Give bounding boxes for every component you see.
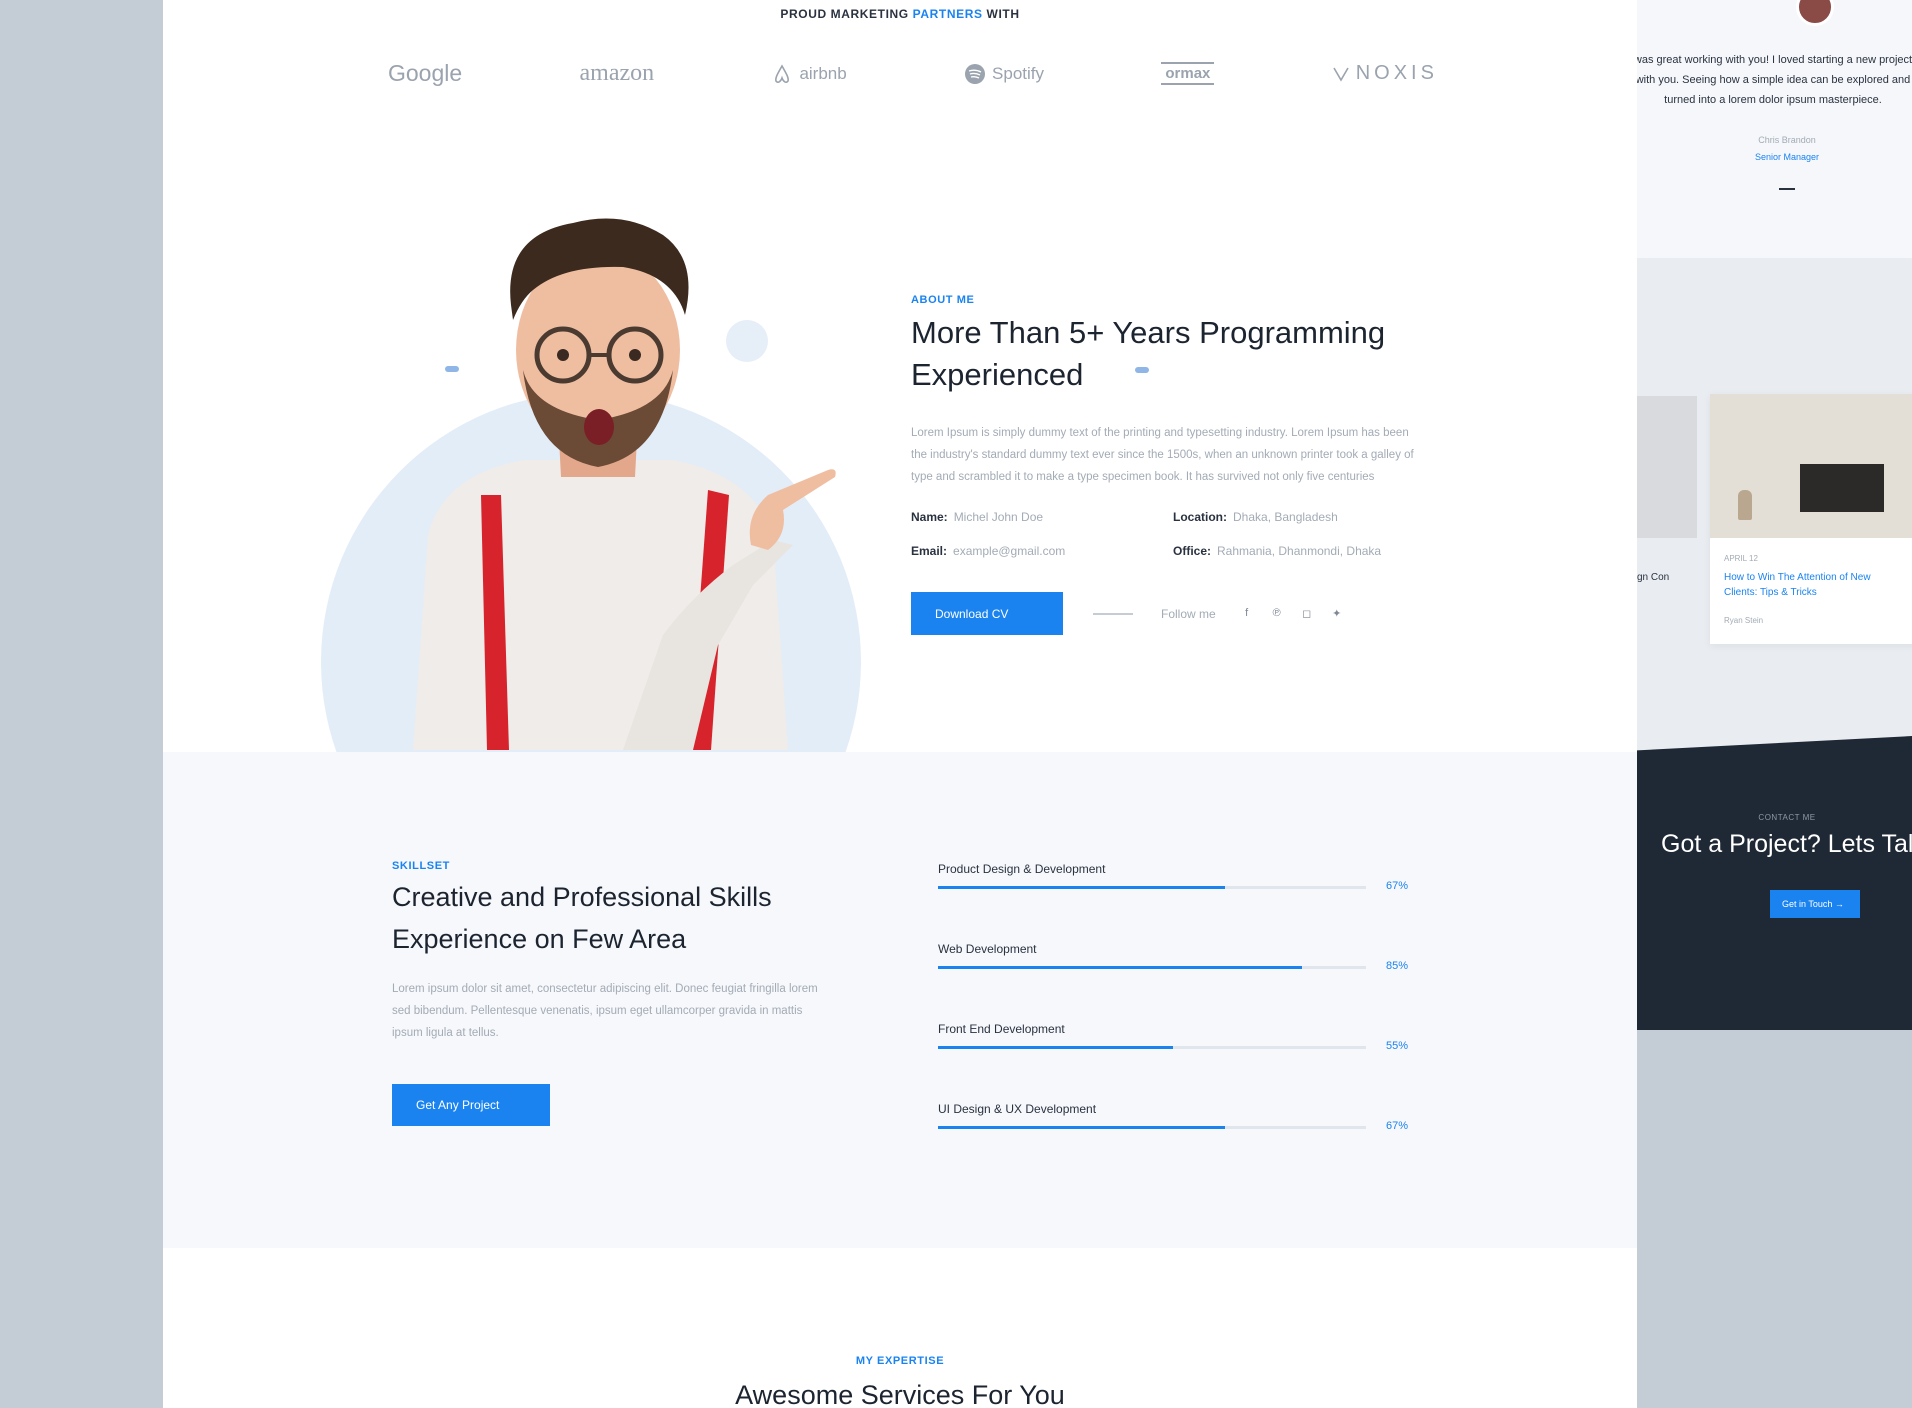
backdrop xyxy=(1637,1030,1912,1408)
person-photo xyxy=(413,218,836,750)
download-cv-button[interactable]: Download CV xyxy=(911,592,1063,635)
partners-title-suffix: WITH xyxy=(986,7,1020,21)
ormax-logo: ormax xyxy=(1161,62,1215,85)
info-name-label: Name: xyxy=(911,510,948,524)
skill-label: Product Design & Development xyxy=(938,862,1106,876)
spotify-icon xyxy=(965,63,986,84)
info-name-value: Michel John Doe xyxy=(953,510,1044,524)
services-title: Awesome Services For You xyxy=(735,1380,1065,1408)
testimonial-divider xyxy=(1779,188,1795,190)
about-section: ABOUT ME More Than 5+ Years Programming … xyxy=(911,294,1421,635)
airbnb-logo: airbnb xyxy=(771,63,847,85)
airbnb-icon xyxy=(775,63,790,83)
info-location: Location: Dhaka, Bangladesh xyxy=(1173,510,1423,524)
twitter-icon[interactable]: ✦ xyxy=(1330,607,1344,620)
skill-bar: Product Design & Development 67% xyxy=(938,862,1408,942)
skill-track xyxy=(938,966,1366,969)
info-email: Email: example@gmail.com xyxy=(911,544,1173,558)
spotify-logo: Spotify xyxy=(964,63,1044,85)
amazon-logo: amazon xyxy=(580,60,655,87)
pinterest-icon[interactable]: ℗ xyxy=(1270,607,1284,620)
skill-fill xyxy=(938,1126,1225,1129)
testimonial-quote: was great working with you! I loved star… xyxy=(1637,54,1912,106)
avatar xyxy=(1796,0,1834,26)
skill-fill xyxy=(938,966,1302,969)
skill-percent: 85% xyxy=(1385,960,1408,972)
skill-bar: UI Design & UX Development 67% xyxy=(938,1102,1408,1182)
skill-label: Web Development xyxy=(938,942,1037,956)
info-location-label: Location: xyxy=(1173,510,1227,524)
info-location-value: Dhaka, Bangladesh xyxy=(1233,510,1338,524)
about-eyebrow: ABOUT ME xyxy=(911,294,975,306)
info-office-label: Office: xyxy=(1173,544,1212,558)
facebook-icon[interactable]: f xyxy=(1240,607,1254,620)
info-office-value: Rahmania, Dhanmondi, Dhaka xyxy=(1217,544,1382,558)
services-eyebrow: MY EXPERTISE xyxy=(855,1355,945,1367)
blog-card[interactable]: APRIL 12 How to Win The Attention of New… xyxy=(1710,394,1912,644)
skills-title: Creative and Professional Skills Experie… xyxy=(392,882,772,954)
blog-image xyxy=(1637,396,1697,538)
testimonial-name: Chris Brandon xyxy=(1758,135,1816,145)
airbnb-logo-text: airbnb xyxy=(799,63,847,83)
skill-percent: 67% xyxy=(1385,880,1408,892)
google-logo: Google xyxy=(388,60,462,87)
picture-frame xyxy=(1800,464,1884,512)
instagram-icon[interactable]: ◻ xyxy=(1300,607,1314,620)
skill-bar: Web Development 85% xyxy=(938,942,1408,1022)
partner-logos: Google amazon airbnb Spotify ormax NOXIS xyxy=(388,60,1438,87)
about-description: Lorem Ipsum is simply dummy text of the … xyxy=(911,427,1414,483)
portfolio-page: PROUD MARKETING PARTNERS WITH Google ama… xyxy=(163,0,1637,1408)
get-any-project-button[interactable]: Get Any Project xyxy=(392,1084,550,1126)
info-office: Office: Rahmania, Dhanmondi, Dhaka xyxy=(1173,544,1423,558)
testimonial-role: Senior Manager xyxy=(1754,152,1820,162)
about-info-grid: Name: Michel John Doe Location: Dhaka, Ban… xyxy=(911,510,1421,558)
get-in-touch-button[interactable]: Get in Touch → xyxy=(1770,890,1860,918)
about-title: More Than 5+ Years Programming Experienc… xyxy=(911,315,1386,392)
skill-bar: Front End Development 55% xyxy=(938,1022,1408,1102)
follow-divider xyxy=(1093,612,1133,615)
noxis-logo: NOXIS xyxy=(1332,62,1438,85)
partners-heading: PROUD MARKETING PARTNERS WITH xyxy=(163,7,1637,21)
skills-intro: SKILLSET Creative and Professional Skill… xyxy=(392,860,832,1126)
skill-label: Front End Development xyxy=(938,1022,1065,1036)
skill-label: UI Design & UX Development xyxy=(938,1102,1097,1116)
vase xyxy=(1738,490,1752,520)
blog-title-snippet: gn Con xyxy=(1637,572,1670,583)
contact-eyebrow: CONTACT ME xyxy=(1758,813,1816,822)
spotify-logo-text: Spotify xyxy=(992,63,1045,83)
blog-card-date: APRIL 12 xyxy=(1724,554,1758,563)
partners-title-accent: PARTNERS xyxy=(912,7,983,21)
skill-bars: Product Design & Development 67% Web Dev… xyxy=(938,862,1408,1182)
info-email-value[interactable]: example@gmail.com xyxy=(953,544,1065,558)
skills-eyebrow: SKILLSET xyxy=(392,860,450,872)
social-links: f ℗ ◻ ✦ xyxy=(1240,607,1344,620)
noxis-icon xyxy=(1333,67,1349,82)
skill-percent: 55% xyxy=(1385,1040,1408,1052)
google-logo-text: Google xyxy=(388,60,463,86)
skill-track xyxy=(938,886,1366,889)
testimonial-section: was great working with you! I loved star… xyxy=(1637,0,1912,258)
contact-title: Got a Project? Lets Talk xyxy=(1661,830,1912,858)
follow-label: Follow me xyxy=(1161,606,1216,621)
skill-fill xyxy=(938,886,1225,889)
noxis-logo-text: NOXIS xyxy=(1355,62,1438,84)
side-preview-panel: was great working with you! I loved star… xyxy=(1637,0,1912,1408)
skill-track xyxy=(938,1126,1366,1129)
skill-percent: 67% xyxy=(1385,1120,1408,1132)
skills-band xyxy=(163,752,1637,1248)
skills-description: Lorem ipsum dolor sit amet, consectetur … xyxy=(392,983,818,1039)
info-name: Name: Michel John Doe xyxy=(911,510,1173,524)
blog-card-image xyxy=(1710,394,1912,538)
amazon-logo-text: amazon xyxy=(579,60,655,86)
blog-card-author: Ryan Stein xyxy=(1724,616,1764,625)
info-email-label: Email: xyxy=(911,544,948,558)
ormax-logo-text: ormax xyxy=(1165,65,1211,82)
blog-card-title[interactable]: How to Win The Attention of New Clients:… xyxy=(1724,570,1904,600)
skill-fill xyxy=(938,1046,1174,1049)
about-cta-row: Download CV Follow me f ℗ ◻ ✦ xyxy=(911,592,1421,635)
partners-title-prefix: PROUD MARKETING xyxy=(780,7,909,21)
skill-track xyxy=(938,1046,1366,1049)
